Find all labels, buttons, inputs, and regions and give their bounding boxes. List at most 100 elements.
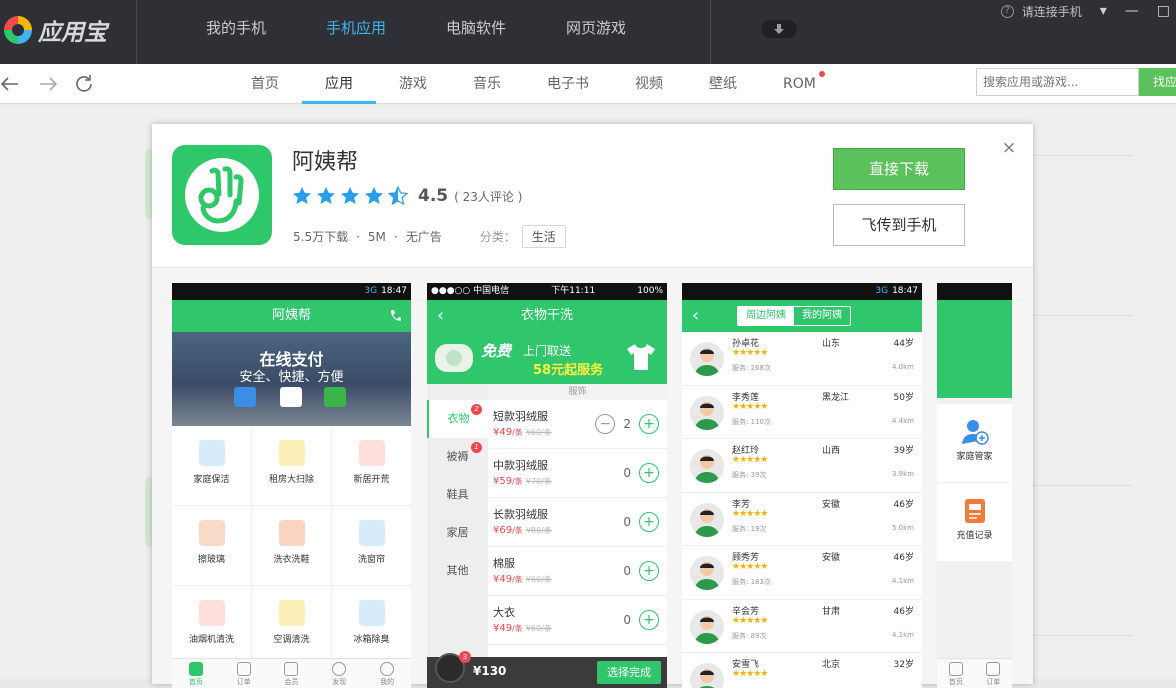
screenshot-2[interactable]: ●●●○○ 中国电信 下午11:11 100% ‹ 衣物干洗 免费 上门取送 5… [427,283,667,688]
service-new-home[interactable]: 新居开荒 [332,426,411,505]
cart-count-badge: 3 [459,651,471,663]
plus-button[interactable]: + [639,414,659,434]
service-curtains[interactable]: 洗窗帘 [332,506,411,585]
quantity-stepper: 0 + [615,463,659,483]
bank-card-icon [234,387,256,407]
tab-games[interactable]: 游戏 [376,64,450,104]
minimize-icon[interactable]: — [1125,3,1139,19]
refresh-icon[interactable] [72,72,98,96]
category-shoes[interactable]: 鞋具 [427,476,488,514]
app-header-title: 衣物干洗 [520,308,573,323]
menu-icon[interactable]: ▾ [1100,3,1107,19]
orders-icon [236,662,251,676]
tab-orders[interactable]: 订单 [220,659,268,688]
segment-nearby[interactable]: 周边阿姨 [738,307,794,325]
aunt-province: 安徽 [822,499,841,510]
menu-housekeeper[interactable]: 家庭管家 [937,404,1012,482]
quantity-value: 0 [623,564,631,578]
tab-home[interactable]: 首页 [228,64,302,104]
tab-me[interactable]: 我的 [363,659,411,688]
help-icon[interactable]: ? [1000,4,1014,18]
service-label: 油烟机清洗 [188,635,234,645]
segment-mine[interactable]: 我的阿姨 [794,307,850,325]
connect-phone-link[interactable]: 请连接手机 [1022,3,1082,20]
tab-ebooks[interactable]: 电子书 [524,64,612,104]
screenshot-3[interactable]: 3G 18:47 ‹ 周边阿姨 我的阿姨 孙卓花 山东 44岁 ★★★★★ 服务: 26… [682,283,922,688]
screenshot-gallery[interactable]: 3G 18:47 阿姨帮 在线支付 安全、快捷、方便 家庭保洁 租房大扫除 新居… [152,268,1033,688]
tab-rom[interactable]: ROM [760,64,839,104]
main-nav-my-phone[interactable]: 我的手机 [176,0,296,64]
list-item[interactable]: 赵红玲 山西 39岁 ★★★★★ 服务: 39次 3.9km [682,439,922,493]
add-user-icon [961,420,989,445]
plus-button[interactable]: + [639,463,659,483]
close-icon[interactable]: × [1001,140,1017,157]
download-manager-button[interactable] [761,20,797,38]
checkout-button[interactable]: 选择完成 [597,661,661,684]
search-button[interactable]: 找应 [1139,68,1176,96]
plus-button[interactable]: + [639,610,659,630]
service-cleaning[interactable]: 家庭保洁 [172,426,251,505]
battery-label: 100% [637,286,663,296]
price-unit: /条 [512,526,523,535]
tshirt-icon [627,344,655,370]
tab-member[interactable]: 会员 [268,659,316,688]
service-laundry[interactable]: 洗衣洗鞋 [252,506,331,585]
forward-arrow-icon[interactable] [36,72,62,96]
star-rating-icon: ★★★★★ [732,669,768,679]
service-rental-clean[interactable]: 租房大扫除 [252,426,331,505]
review-count-link[interactable]: ( 23人评论 ) [454,188,522,205]
back-chevron-icon[interactable]: ‹ [437,300,444,332]
tab-apps[interactable]: 应用 [302,64,376,104]
plus-button[interactable]: + [639,561,659,581]
main-nav-phone-apps[interactable]: 手机应用 [296,0,416,64]
minus-button[interactable]: − [595,414,616,434]
main-nav-web-games[interactable]: 网页游戏 [536,0,656,64]
search-input[interactable] [976,68,1139,96]
tab-orders[interactable]: 订单 [975,659,1013,688]
back-chevron-icon[interactable]: ‹ [692,300,699,332]
list-item[interactable]: 孙卓花 山东 44岁 ★★★★★ 服务: 268次 4.0km [682,332,922,386]
screenshot-1[interactable]: 3G 18:47 阿姨帮 在线支付 安全、快捷、方便 家庭保洁 租房大扫除 新居… [172,283,411,688]
main-nav-pc-software[interactable]: 电脑软件 [416,0,536,64]
service-windows[interactable]: 擦玻璃 [172,506,251,585]
aunt-list: 孙卓花 山东 44岁 ★★★★★ 服务: 268次 4.0km 李秀莲 黑龙江 50岁 ★★★★… [682,332,922,688]
aunt-province: 北京 [822,660,841,670]
category-bedding[interactable]: 被褥 1 [427,438,488,476]
category-tag[interactable]: 生活 [521,225,566,248]
service-fridge[interactable]: 冰箱除臭 [332,586,411,665]
tab-wallpapers[interactable]: 壁纸 [686,64,760,104]
category-label: 衣物 [447,412,470,425]
list-item: 棉服 ¥49/条 ¥60/条 0 + [488,547,667,596]
back-arrow-icon[interactable] [0,72,26,96]
category-tabs: 首页 应用 游戏 音乐 电子书 视频 壁纸 ROM [228,64,839,104]
tab-music[interactable]: 音乐 [450,64,524,104]
tab-label: 我的 [380,678,395,686]
ok-hand-icon [185,158,259,232]
app-logo[interactable]: 应用宝 [0,10,136,50]
home-icon [948,662,963,676]
direct-download-button[interactable]: 直接下载 [833,148,965,190]
send-to-phone-button[interactable]: 飞传到手机 [833,204,965,246]
list-item[interactable]: 李芳 安徽 46岁 ★★★★★ 服务: 19次 5.0km [682,493,922,546]
service-label: 家庭保洁 [193,475,230,485]
tab-home[interactable]: 首页 [937,659,975,688]
service-range-hood[interactable]: 油烟机清洗 [172,586,251,665]
plus-button[interactable]: + [639,512,659,532]
category-clothing[interactable]: 衣物 2 [427,400,488,438]
tab-videos[interactable]: 视频 [612,64,686,104]
menu-recharge-history[interactable]: 充值记录 [937,483,1012,561]
price-unit: /条 [512,624,523,633]
maximize-icon[interactable]: □ [1157,3,1170,19]
list-item[interactable]: 李秀莲 黑龙江 50岁 ★★★★★ 服务: 110次 4.4km [682,386,922,439]
category-other[interactable]: 其他 [427,552,488,590]
list-item[interactable]: 安雪飞 北京 32岁 ★★★★★ [682,653,922,688]
screenshot-4[interactable]: 家庭管家 充值记录 首页 订单 [937,283,1012,688]
tab-discover[interactable]: 发现 [315,659,363,688]
list-item[interactable]: 辛会芳 甘肃 46岁 ★★★★★ 服务: 89次 4.1km [682,600,922,653]
tab-home[interactable]: 首页 [172,659,220,688]
category-home[interactable]: 家居 [427,514,488,552]
carrier-label: ●●●○○ 中国电信 [431,286,510,296]
list-item[interactable]: 顾秀芳 安徽 46岁 ★★★★★ 服务: 183次 4.1km [682,546,922,600]
distance: 4.0km [891,363,914,371]
service-air-con[interactable]: 空调清洗 [252,586,331,665]
